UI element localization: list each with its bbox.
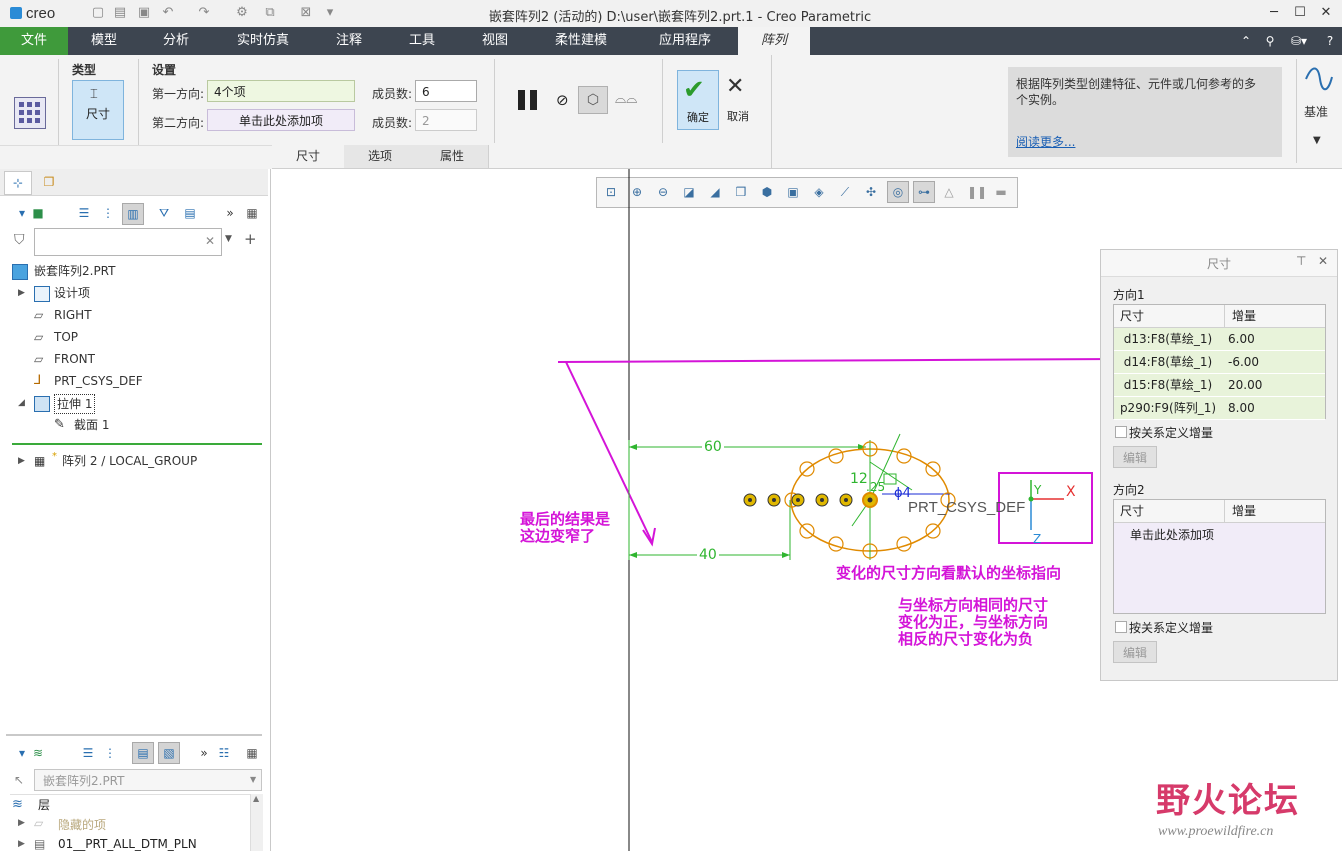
sign-rule-line1: 与坐标方向相同的尺寸: [898, 596, 1049, 614]
dim-arrow: [629, 444, 637, 450]
direction2-section-label: 方向2: [1113, 483, 1145, 497]
edit-button-1[interactable]: 编辑: [1113, 446, 1157, 468]
table-row[interactable]: p290:F9(阵列_1) 8.00: [1114, 397, 1325, 420]
direction1-section-label: 方向1: [1113, 288, 1145, 302]
row-dimension: p290:F9(阵列_1): [1119, 401, 1217, 415]
table-header: 尺寸 增量: [1114, 500, 1325, 523]
row-dimension: d14:F8(草绘_1): [1123, 355, 1213, 369]
row-increment[interactable]: 6.00: [1226, 328, 1255, 350]
row-increment[interactable]: -6.00: [1226, 351, 1259, 373]
table-header: 尺寸 增量: [1114, 305, 1325, 328]
dim-60-label[interactable]: 60: [702, 439, 724, 455]
watermark-url: www.proewildfire.cn: [1158, 824, 1274, 839]
sign-rule-line3: 相反的尺寸变化为负: [898, 630, 1034, 648]
csys-y-label: Y: [1034, 483, 1042, 497]
table-row[interactable]: d14:F8(草绘_1) -6.00: [1114, 351, 1325, 374]
panel-header: 尺寸 ⊤ ✕: [1101, 250, 1337, 277]
annotation-leader-line: [557, 358, 1121, 363]
relation-checkbox-1[interactable]: [1115, 426, 1127, 438]
relation-checkbox-2-label: 按关系定义增量: [1129, 621, 1214, 635]
relation-checkbox-2[interactable]: [1115, 621, 1127, 633]
csys-label: PRT_CSYS_DEF: [908, 499, 1026, 516]
direction2-table: 尺寸 增量 单击此处添加项: [1113, 499, 1326, 614]
pin-icon[interactable]: ⊤: [1296, 254, 1306, 268]
result-note: 最后的结果是 这边变窄了: [520, 511, 610, 545]
sign-rule-note: 与坐标方向相同的尺寸 变化为正，与坐标方向 相反的尺寸变化为负: [898, 597, 1048, 648]
watermark-brand: 野火论坛: [1156, 781, 1300, 821]
dim-40-label[interactable]: 40: [697, 547, 719, 563]
direction2-add-item[interactable]: 单击此处添加项: [1130, 526, 1214, 543]
result-note-line2: 这边变窄了: [520, 527, 596, 545]
relation-checkbox-1-label: 按关系定义增量: [1129, 426, 1214, 440]
table-row[interactable]: d15:F8(草绘_1) 20.00: [1114, 374, 1325, 397]
csys-z-label: Z: [1033, 532, 1042, 546]
direction1-table: 尺寸 增量 d13:F8(草绘_1) 6.00 d14:F8(草绘_1) -6.00…: [1113, 304, 1326, 420]
row-dimension: d15:F8(草绘_1): [1123, 378, 1213, 392]
csys-x-label: X: [1066, 484, 1076, 500]
panel-close-icon[interactable]: ✕: [1318, 254, 1328, 268]
direction-note: 变化的尺寸方向看默认的坐标指向: [836, 564, 1062, 582]
csys-origin: [1028, 496, 1034, 502]
col-dimension: 尺寸: [1120, 309, 1145, 323]
sign-rule-line2: 变化为正，与坐标方向: [898, 613, 1049, 631]
col-dimension: 尺寸: [1120, 504, 1145, 518]
row-increment[interactable]: 20.00: [1226, 374, 1262, 396]
col-increment: 增量: [1232, 504, 1257, 518]
dim-arrow: [782, 552, 790, 558]
row-dimension: d13:F8(草绘_1): [1123, 332, 1213, 346]
result-note-line1: 最后的结果是: [520, 510, 611, 528]
dim-arrow: [629, 552, 637, 558]
linear-pattern-holes: [743, 492, 878, 508]
table-row[interactable]: d13:F8(草绘_1) 6.00: [1114, 328, 1325, 351]
row-increment[interactable]: 8.00: [1226, 397, 1255, 419]
col-increment: 增量: [1232, 309, 1257, 323]
dim-25-label[interactable]: .25: [866, 480, 885, 494]
edit-button-2[interactable]: 编辑: [1113, 641, 1157, 663]
dimensions-panel: 尺寸 ⊤ ✕ 方向1 尺寸 增量 d13:F8(草绘_1) 6.00 d14:F8…: [1100, 249, 1338, 681]
